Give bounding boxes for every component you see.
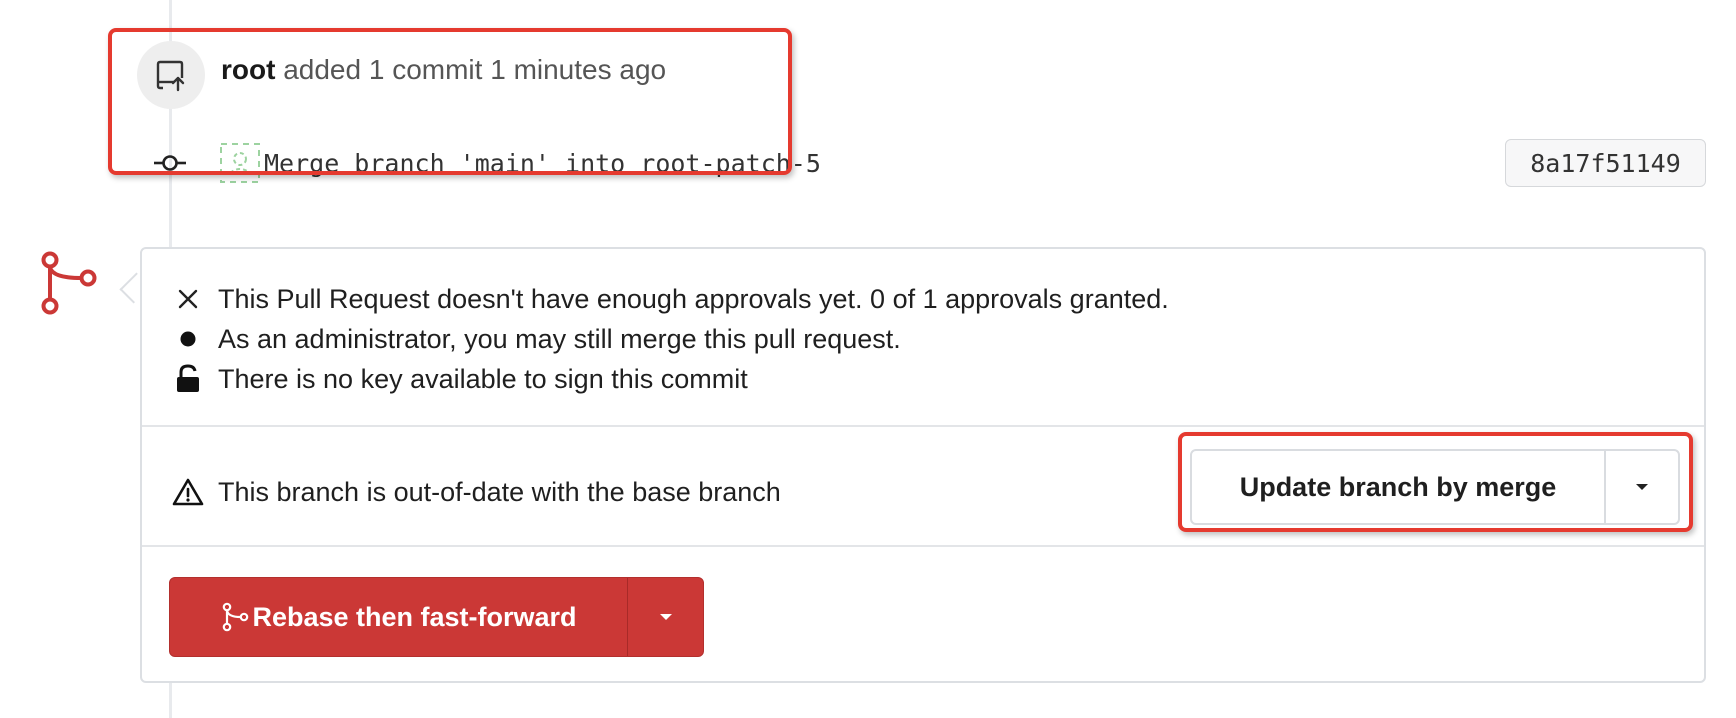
update-branch-button-group: Update branch by merge: [1190, 449, 1680, 525]
event-user-link[interactable]: root: [221, 54, 275, 85]
git-commit-icon: [154, 155, 186, 171]
merge-box-divider: [142, 425, 1704, 427]
close-icon: [172, 283, 204, 315]
commit-sha-button[interactable]: 8a17f51149: [1505, 139, 1706, 187]
update-branch-dropdown[interactable]: [1606, 451, 1678, 523]
status-approvals: This Pull Request doesn't have enough ap…: [172, 279, 1169, 319]
rebase-button-label: Rebase then fast-forward: [252, 601, 577, 632]
merge-box-divider-2: [142, 545, 1704, 547]
identicon-icon: [220, 143, 260, 183]
alert-triangle-icon: [172, 476, 204, 508]
merge-style-dropdown[interactable]: [628, 578, 703, 656]
rebase-fast-forward-button[interactable]: Rebase then fast-forward: [170, 578, 628, 656]
unlock-icon: [172, 363, 204, 395]
push-event-text: root added 1 commit 1 minutes ago: [221, 54, 666, 86]
dot-icon: [172, 323, 204, 355]
outdated-branch-notice: This branch is out-of-date with the base…: [172, 468, 781, 516]
status-admin-text: As an administrator, you may still merge…: [218, 323, 901, 354]
pr-timeline: root added 1 commit 1 minutes ago Merge …: [0, 0, 1736, 718]
event-action-text: added 1 commit 1 minutes ago: [283, 54, 667, 85]
status-admin: As an administrator, you may still merge…: [172, 319, 1169, 359]
commit-author-avatar[interactable]: [220, 143, 260, 183]
commit-row: Merge branch 'main' into root-patch-5: [150, 141, 821, 185]
push-event-badge: [137, 41, 205, 109]
repo-push-icon: [156, 60, 185, 92]
status-signing: There is no key available to sign this c…: [172, 359, 1169, 399]
status-signing-text: There is no key available to sign this c…: [218, 363, 748, 394]
merge-status-list: This Pull Request doesn't have enough ap…: [172, 279, 1169, 399]
outdated-branch-text: This branch is out-of-date with the base…: [218, 476, 781, 507]
git-merge-icon: [223, 602, 249, 632]
commit-message-link[interactable]: Merge branch 'main' into root-patch-5: [264, 149, 821, 178]
merge-button-group: Rebase then fast-forward: [169, 577, 704, 657]
git-merge-icon: [41, 251, 97, 315]
status-approvals-text: This Pull Request doesn't have enough ap…: [218, 283, 1169, 314]
merge-box: This Pull Request doesn't have enough ap…: [140, 247, 1706, 683]
caret-down-icon: [659, 614, 672, 620]
caret-down-icon: [1636, 484, 1648, 490]
update-branch-button[interactable]: Update branch by merge: [1192, 451, 1606, 523]
